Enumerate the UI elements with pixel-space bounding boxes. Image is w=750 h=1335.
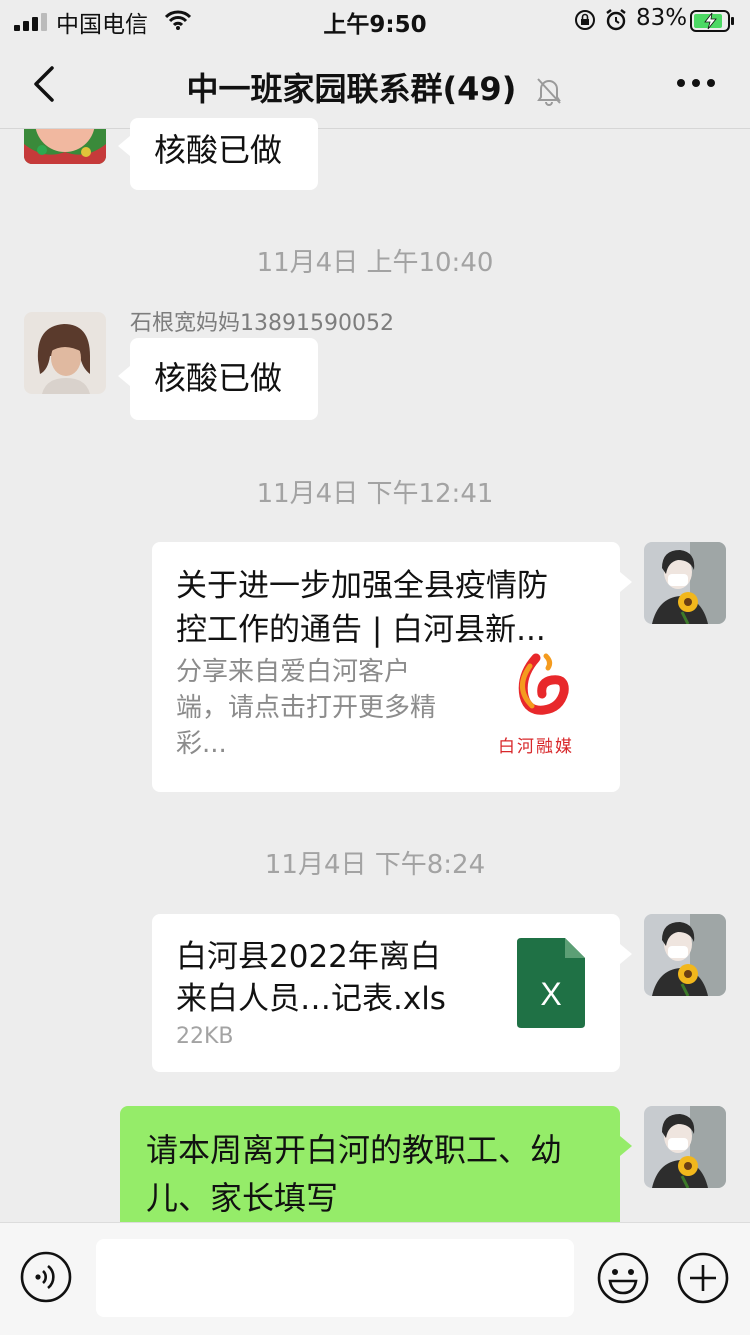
bell-off-icon	[537, 78, 562, 106]
file-name-line: 白河县2022年离白	[176, 939, 441, 975]
timestamp: 11月4日 上午10:40	[256, 248, 494, 278]
carrier-label: 中国电信	[56, 12, 148, 38]
message-bubble[interactable]: 核酸已做	[130, 118, 318, 190]
message-bubble[interactable]: 核酸已做	[130, 338, 318, 420]
emoji-icon[interactable]	[596, 1251, 650, 1305]
self-avatar[interactable]	[644, 914, 726, 996]
alarm-icon	[606, 9, 626, 31]
message-input[interactable]	[96, 1239, 574, 1317]
sender-name: 石根宽妈妈13891590052	[130, 311, 394, 336]
self-avatar[interactable]	[644, 542, 726, 624]
message-text-line: 儿、家长填写	[146, 1179, 339, 1217]
message-text: 核酸已做	[154, 359, 283, 397]
message-text-line: 请本周离开白河的教职工、幼	[146, 1131, 563, 1169]
voice-icon[interactable]	[20, 1251, 72, 1303]
link-desc-line: 彩...	[176, 729, 227, 759]
excel-file-icon: X	[517, 938, 585, 1028]
message-text: 核酸已做	[154, 131, 283, 169]
link-description: 分享来自爱白河客户 端，请点击打开更多精 彩...	[176, 654, 476, 762]
wifi-icon	[165, 10, 191, 30]
excel-icon-letter: X	[540, 976, 562, 1012]
chat-input-bar	[0, 1222, 750, 1335]
battery-icon	[690, 10, 734, 32]
link-desc-line: 分享来自爱白河客户	[176, 657, 411, 687]
battery-percent: 83%	[636, 5, 688, 31]
link-title-line: 关于进一步加强全县疫情防	[176, 568, 548, 604]
more-dots-icon[interactable]	[676, 76, 716, 90]
file-card[interactable]: 白河县2022年离白 来白人员…记表.xls 22KB X	[152, 914, 620, 1072]
file-name: 白河县2022年离白 来白人员…记表.xls	[176, 936, 496, 1020]
link-title-line: 控工作的通告 | 白河县新...	[176, 612, 546, 648]
timestamp: 11月4日 下午8:24	[264, 850, 486, 880]
baihe-logo-icon	[518, 653, 569, 715]
plus-icon[interactable]	[676, 1251, 730, 1305]
link-desc-line: 端，请点击打开更多精	[176, 693, 437, 723]
link-card[interactable]: 关于进一步加强全县疫情防 控工作的通告 | 白河县新... 分享来自爱白河客户 …	[152, 542, 620, 792]
chat-title[interactable]: 中一班家园联系群(49)	[0, 64, 750, 110]
file-name-line: 来白人员…记表.xls	[176, 981, 446, 1017]
rotation-lock-icon	[575, 10, 595, 30]
signal-icon	[14, 13, 47, 31]
timestamp: 11月4日 下午12:41	[256, 479, 494, 509]
sender-avatar[interactable]	[24, 312, 106, 394]
status-bar: 中国电信 上午9:50 83%	[0, 0, 750, 40]
link-title: 关于进一步加强全县疫情防 控工作的通告 | 白河县新...	[176, 564, 606, 652]
message-text: 请本周离开白河的教职工、幼 儿、家长填写	[146, 1126, 606, 1222]
link-thumbnail-label: 白河融媒	[498, 737, 574, 757]
file-size: 22KB	[176, 1024, 234, 1049]
self-avatar[interactable]	[644, 1106, 726, 1188]
link-thumbnail: 白河融媒	[490, 652, 600, 762]
chat-title-text: 中一班家园联系群(49)	[186, 70, 517, 108]
chat-nav-bar: 中一班家园联系群(49)	[0, 40, 750, 129]
